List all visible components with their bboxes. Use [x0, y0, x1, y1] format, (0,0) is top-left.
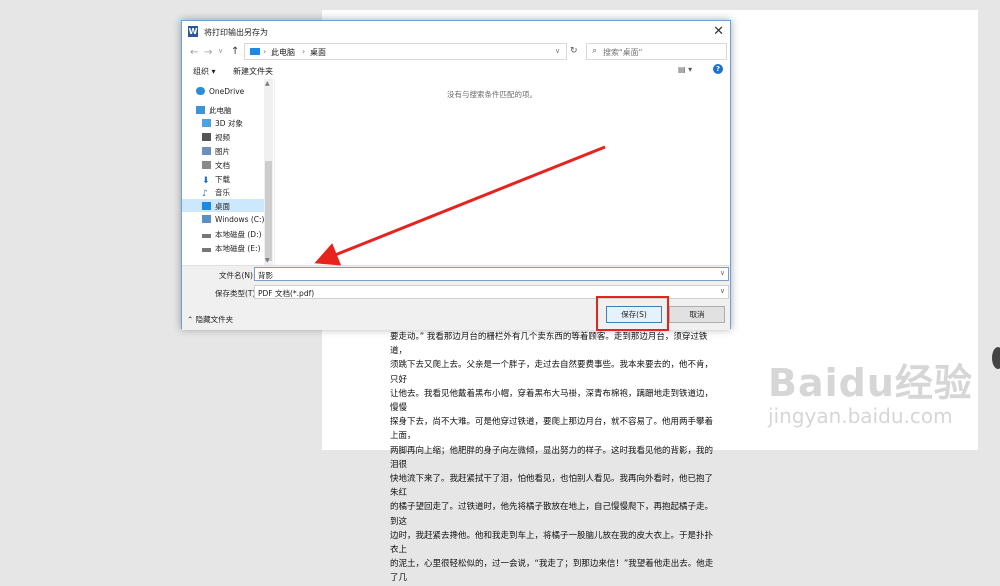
side-scroll-control[interactable]	[992, 347, 1000, 369]
watermark-url: jingyan.baidu.com	[768, 404, 953, 428]
annotation-arrow-line	[314, 145, 606, 266]
watermark-logo: Baidu经验	[768, 361, 973, 405]
document-line: 快地流下来了。我赶紧拭干了泪，怕他看见，也怕别人看见。我再向外看时，他已抱了朱红	[390, 474, 714, 499]
document-line: 两脚再向上缩；他肥胖的身子向左微倾，显出努力的样子。这时我看见他的背影，我的泪很	[390, 445, 714, 470]
document-line: 的泥土，心里很轻松似的，过一会说，“我走了；到那边来信！”我望着他走出去。他走了…	[390, 559, 714, 584]
document-line: 的橘子望回走了。过铁道时，他先将橘子散放在地上，自己慢慢爬下，再抱起橘子走。到这	[390, 502, 714, 527]
document-line: 边时，我赶紧去搀他。他和我走到车上，将橘子一股脑儿放在我的皮大衣上。于是扑扑衣上	[390, 530, 714, 556]
baidu-watermark: Baidu经验 jingyan.baidu.com	[768, 352, 998, 442]
